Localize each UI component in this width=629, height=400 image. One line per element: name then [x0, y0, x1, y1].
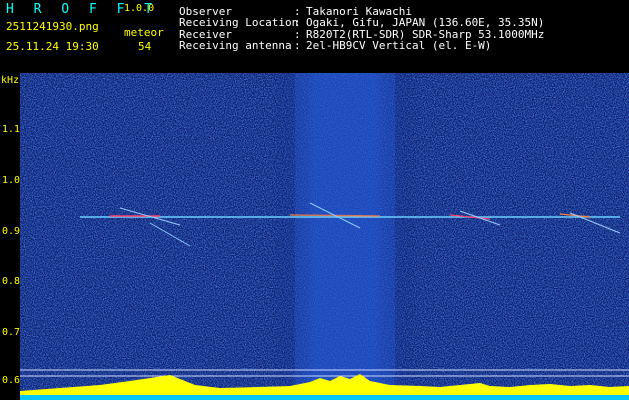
spectrum-baseline [20, 395, 629, 400]
y-tick-label: 0.9 [2, 226, 21, 237]
meta-key-antenna: Receiving antenna [179, 39, 292, 52]
meteor-count-label: meteor [124, 26, 164, 39]
app-version: 1.0.0 [124, 3, 155, 14]
spectrogram-plot [20, 73, 629, 400]
noise-band-core [295, 73, 395, 400]
meta-sep: : [294, 39, 301, 52]
y-tick-label: 1.1 [2, 124, 21, 135]
datetime-label: 25.11.24 19:30 [6, 40, 99, 53]
filename-label: 2511241930.png [6, 20, 99, 33]
y-tick-label: 0.6 [2, 375, 21, 386]
y-tick-label: 0.8 [2, 276, 21, 287]
meta-value-antenna: 2el-HB9CV Vertical (el. E-W) [306, 39, 492, 52]
y-axis-unit: kHz [1, 75, 20, 86]
y-tick-label: 0.7 [2, 327, 21, 338]
y-tick-label: 1.0 [2, 175, 21, 186]
meteor-count-value: 54 [138, 40, 152, 53]
